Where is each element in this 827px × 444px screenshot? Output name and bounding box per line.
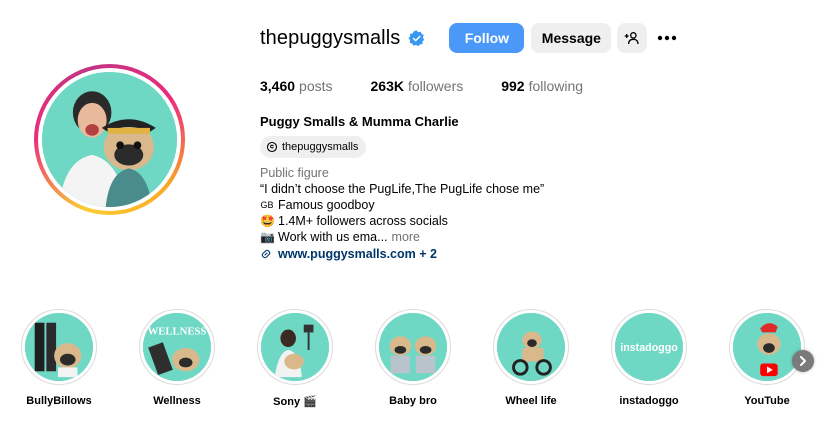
highlight-sony-image [261,313,329,381]
threads-icon [266,141,278,153]
highlight-cover: instadoggo [615,313,683,381]
highlight-instadoggo-image: instadoggo [615,313,683,381]
followers-stat[interactable]: 263K followers [371,78,464,94]
highlight-wellness-image: WELLNESS [143,313,211,381]
following-stat[interactable]: 992 following [501,78,583,94]
highlight-cover: WELLNESS [143,313,211,381]
avatar-inner [38,68,181,211]
highlight-babybro-image [379,313,447,381]
bio-category: Public figure [260,166,329,180]
highlight-label: Sony 🎬 [273,396,317,408]
verified-badge-icon [408,29,425,46]
highlight-cover [261,313,329,381]
highlight-wheellife-image [497,313,565,381]
bio-line-quote: “I didn’t choose the PugLife,The PugLife… [260,182,545,196]
more-options-button[interactable] [652,23,682,53]
website-url: www.puggysmalls.com + 2 [278,247,437,261]
bio-website-link[interactable]: www.puggysmalls.com + 2 [260,246,544,262]
instadoggo-overlay-text: instadoggo [620,342,678,354]
highlight-bullybillows-image [25,313,93,381]
highlight-ring: WELLNESS [139,309,215,385]
highlight-label: Baby bro [389,395,437,407]
gb-flag-icon: GB [260,200,274,210]
bio-famous-text: Famous goodboy [278,198,375,212]
bio: Public figure “I didn’t choose the PugLi… [260,165,544,262]
bio-line-work: 📷 Work with us ema... more [260,229,544,245]
threads-handle: thepuggysmalls [282,141,359,153]
highlight-item[interactable]: Sony 🎬 [250,309,340,408]
link-icon [261,249,271,259]
star-struck-emoji-icon: 🤩 [260,214,275,228]
chevron-right-icon [800,356,806,366]
highlight-label: YouTube [744,395,790,407]
avatar[interactable] [42,72,177,207]
highlight-ring [257,309,333,385]
highlight-ring [21,309,97,385]
camera-emoji-icon: 📷 [260,230,275,244]
highlight-item[interactable]: Baby bro [368,309,458,407]
bio-line-followers: 🤩 1.4M+ followers across socials [260,213,544,229]
followers-label: followers [407,78,464,94]
suggested-accounts-button[interactable] [617,23,648,53]
highlight-ring [493,309,569,385]
following-count: 992 [501,78,525,94]
wellness-overlay-text: WELLNESS [148,325,207,337]
full-name: Puggy Smalls & Mumma Charlie [260,114,459,129]
highlight-label: Wellness [153,395,201,407]
bio-more-link[interactable]: more [392,229,420,245]
highlight-ring [729,309,805,385]
follow-button[interactable]: Follow [449,23,525,53]
highlights-next-button[interactable] [792,350,814,372]
bio-followers-text: 1.4M+ followers across socials [278,214,448,228]
highlight-ring: instadoggo [611,309,687,385]
profile-stats: 3,460 posts 263K followers 992 following [260,78,621,94]
following-label: following [528,78,584,94]
highlight-item[interactable]: instadoggo instadoggo [604,309,694,407]
more-options-icon [658,35,677,41]
posts-label: posts [299,78,333,94]
threads-badge[interactable]: thepuggysmalls [260,136,367,158]
followers-count: 263K [370,78,404,94]
highlight-ring [375,309,451,385]
message-button[interactable]: Message [531,23,612,53]
highlight-label: BullyBillows [26,395,92,407]
highlight-cover [25,313,93,381]
username: thepuggysmalls [260,26,401,49]
highlight-item[interactable]: BullyBillows [14,309,104,407]
add-person-icon [625,32,640,45]
profile-header-row: thepuggysmalls Follow Message [260,22,682,54]
highlight-label: instadoggo [619,395,679,407]
bio-line-famous: GB Famous goodboy [260,197,544,213]
highlight-item[interactable]: Wheel life [486,309,576,407]
posts-stat: 3,460 posts [260,78,333,94]
story-highlights: BullyBillows WELLNESS Wellness Sony 🎬 Ba… [0,309,827,419]
highlight-item[interactable]: WELLNESS Wellness [132,309,222,407]
highlight-cover [497,313,565,381]
avatar-photo [42,72,177,207]
highlight-youtube-image [733,313,801,381]
profile-avatar-ring[interactable] [34,64,185,215]
bio-work-text: Work with us ema... [278,230,388,244]
highlight-label: Wheel life [505,395,557,407]
highlight-cover [379,313,447,381]
posts-count: 3,460 [260,78,296,94]
highlight-cover [733,313,801,381]
